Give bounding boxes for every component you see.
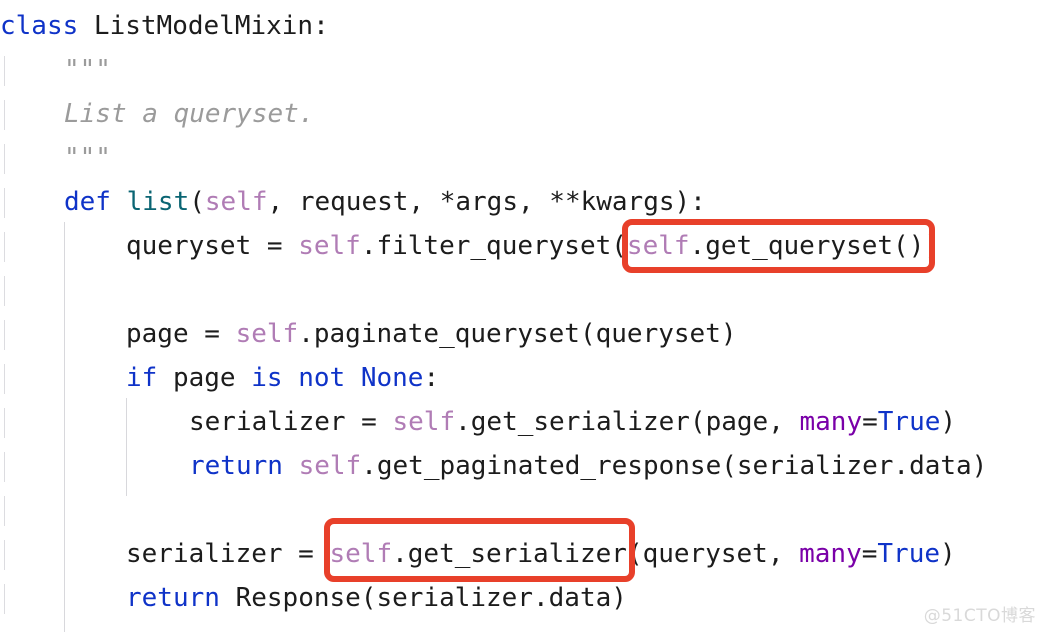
code-block: class ListModelMixin: """ List a queryse… — [0, 0, 1046, 632]
code-line-10: serializer = self.get_serializer(page, m… — [189, 400, 956, 444]
token-keyword-def: def — [64, 187, 111, 217]
token-variable-page: page — [157, 363, 252, 393]
token-paren-close: ) — [940, 539, 956, 569]
token-get-paginated-response-call: .get_paginated_response(serializer.data) — [361, 451, 988, 481]
token-equals: = — [861, 539, 878, 569]
token-keyword-return: return — [189, 451, 283, 481]
token-self: self — [204, 187, 268, 217]
code-line-9: if page is not None: — [126, 356, 439, 400]
token-docstring-text: List a queryset. — [64, 99, 315, 129]
code-line-3: List a queryset. — [64, 92, 314, 136]
code-line-2: """ — [64, 48, 111, 92]
token-kwarg-many: many — [799, 407, 863, 437]
code-line-4: """ — [64, 136, 111, 180]
token-self: self — [392, 407, 456, 437]
token-docstring-close: """ — [64, 143, 111, 173]
token-paren-close: ) — [940, 407, 957, 437]
token-keyword-true: True — [877, 407, 941, 437]
token-get-serializer-attr: .get_serializer — [392, 539, 627, 569]
token-function-name-list: list — [126, 187, 190, 217]
token-paginate-queryset-call: .paginate_queryset(queryset) — [298, 319, 737, 349]
token-kwarg-many: many — [799, 539, 862, 569]
token-self: self — [298, 231, 361, 261]
code-line-5: def list(self, request, *args, **kwargs)… — [64, 180, 706, 224]
code-line-1: class ListModelMixin: — [0, 4, 329, 48]
token-assign-serializer: serializer = — [126, 539, 330, 569]
token-keyword-none: None — [360, 363, 424, 393]
code-line-14: return Response(serializer.data) — [126, 576, 627, 620]
token-paren-close: ) — [924, 231, 941, 261]
token-self-highlighted: self — [626, 231, 690, 261]
token-equals: = — [862, 407, 878, 437]
token-filter-queryset-call: .filter_queryset( — [360, 231, 627, 261]
token-keyword-class: class — [0, 11, 79, 41]
code-line-13: serializer = self.get_serializer(queryse… — [126, 532, 956, 576]
token-params: , request, *args, **kwargs): — [267, 187, 706, 217]
token-self: self — [235, 319, 299, 349]
token-docstring-open: """ — [64, 55, 111, 85]
token-keyword-not: not — [298, 363, 346, 393]
token-self-highlighted: self — [329, 539, 393, 569]
token-assign-page: page = — [126, 319, 236, 349]
code-line-8: page = self.paginate_queryset(queryset) — [126, 312, 737, 356]
token-response-call: Response(serializer.data) — [235, 583, 627, 613]
token-get-serializer-call: .get_serializer(page, — [455, 407, 800, 437]
watermark: @51CTO博客 — [923, 606, 1036, 626]
token-keyword-is: is — [251, 363, 283, 393]
token-call-args: (queryset, — [626, 539, 800, 569]
token-keyword-true: True — [877, 539, 941, 569]
token-keyword-if: if — [126, 363, 158, 393]
token-get-queryset-call: .get_queryset() — [689, 231, 925, 261]
token-assign-queryset: queryset = — [126, 231, 299, 261]
token-class-name: ListModelMixin: — [78, 11, 329, 41]
token-keyword-return: return — [126, 583, 220, 613]
token-colon: : — [423, 363, 440, 393]
token-paren-open: ( — [189, 187, 205, 217]
token-assign-serializer: serializer = — [189, 407, 393, 437]
code-line-6: queryset = self.filter_queryset(self.get… — [126, 224, 940, 268]
code-line-11: return self.get_paginated_response(seria… — [189, 444, 987, 488]
token-self: self — [298, 451, 362, 481]
code-screenshot: class ListModelMixin: """ List a queryse… — [0, 0, 1046, 632]
